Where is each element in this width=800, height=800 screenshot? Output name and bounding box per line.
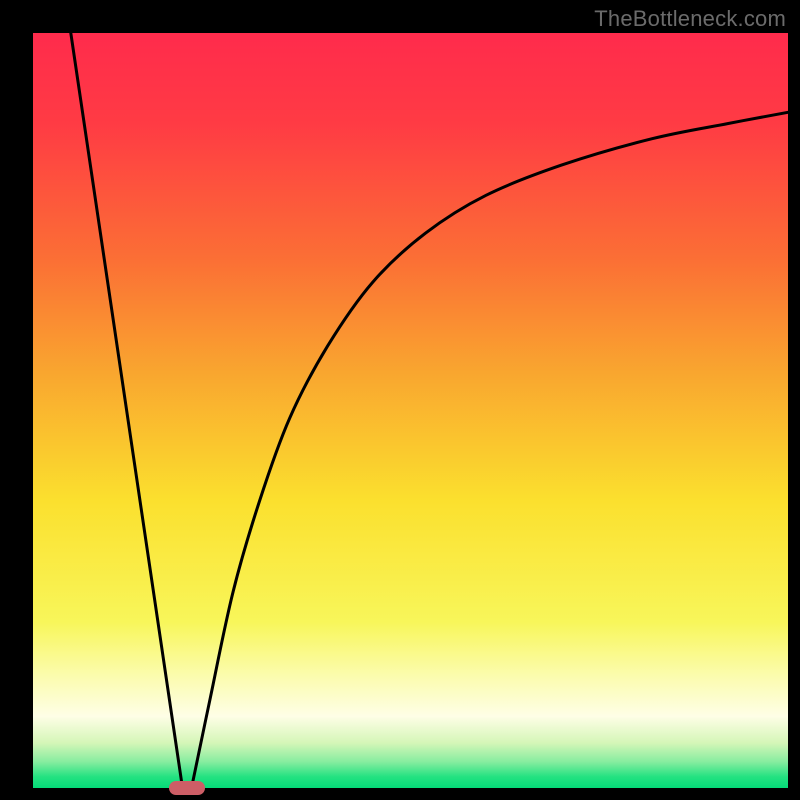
chart-frame: TheBottleneck.com xyxy=(0,0,800,800)
plot-background xyxy=(33,33,788,788)
bottleneck-marker xyxy=(169,781,205,795)
watermark-text: TheBottleneck.com xyxy=(594,6,786,32)
bottleneck-chart xyxy=(0,0,800,800)
